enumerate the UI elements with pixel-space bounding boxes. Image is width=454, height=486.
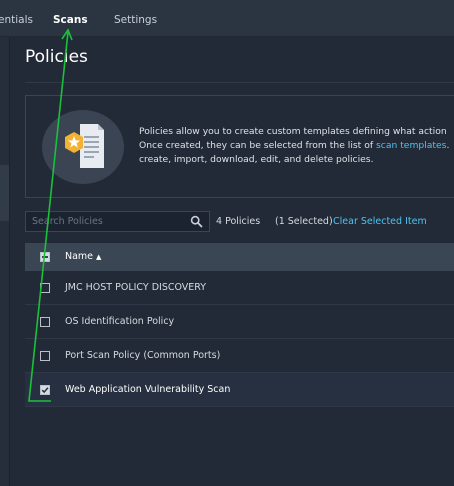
- table-header: Name ▲: [25, 243, 454, 271]
- left-sidebar-strip: [0, 37, 9, 486]
- sidebar-active-indicator: [0, 165, 9, 221]
- policies-table: Name ▲ JMC HOST POLICY DISCOVERY OS Ident…: [25, 243, 454, 407]
- policies-description: Policies allow you to create custom temp…: [139, 125, 454, 167]
- checkmark-icon: [41, 387, 49, 394]
- info-line-2-suffix: .: [446, 140, 450, 151]
- title-divider: [25, 82, 454, 83]
- app-window: entials Scans Settings Policies Policies…: [0, 0, 454, 486]
- row-checkbox[interactable]: [40, 283, 50, 293]
- info-line-3: create, import, download, edit, and dele…: [139, 154, 374, 165]
- search-icon[interactable]: [190, 215, 203, 228]
- top-nav-bar: entials Scans Settings: [0, 0, 454, 37]
- policy-count: 4 Policies: [216, 216, 261, 227]
- topnav-credentials[interactable]: entials: [0, 14, 33, 26]
- policy-name[interactable]: JMC HOST POLICY DISCOVERY: [65, 282, 206, 293]
- row-checkbox[interactable]: [40, 351, 50, 361]
- policy-name[interactable]: Port Scan Policy (Common Ports): [65, 350, 220, 361]
- sort-ascending-icon: ▲: [96, 253, 102, 261]
- info-line-2: Once created, they can be selected from …: [139, 139, 454, 153]
- search-box: [25, 211, 210, 232]
- topnav-settings[interactable]: Settings: [114, 14, 157, 26]
- info-line-2-prefix: Once created, they can be selected from …: [139, 140, 376, 151]
- column-header-name[interactable]: Name ▲: [65, 251, 101, 262]
- main-panel: Policies Policies allow you to create cu…: [10, 37, 454, 486]
- policy-name[interactable]: Web Application Vulnerability Scan: [65, 384, 230, 395]
- topnav-scans[interactable]: Scans: [53, 14, 88, 26]
- table-row[interactable]: OS Identification Policy: [25, 305, 454, 339]
- select-all-checkbox[interactable]: [40, 252, 50, 262]
- row-checkbox[interactable]: [40, 317, 50, 327]
- policy-name[interactable]: OS Identification Policy: [65, 316, 174, 327]
- scan-templates-link[interactable]: scan templates: [376, 140, 446, 151]
- row-checkbox-checked[interactable]: [40, 385, 50, 395]
- policy-document-star-icon: [42, 110, 124, 184]
- clear-selected-link[interactable]: Clear Selected Item: [333, 216, 427, 227]
- page-title: Policies: [25, 47, 88, 67]
- table-row[interactable]: Port Scan Policy (Common Ports): [25, 339, 454, 373]
- info-line-1: Policies allow you to create custom temp…: [139, 126, 447, 137]
- column-header-name-label: Name: [65, 251, 94, 262]
- selected-count: (1 Selected): [275, 216, 333, 227]
- policies-info-box: Policies allow you to create custom temp…: [25, 95, 454, 198]
- table-row[interactable]: JMC HOST POLICY DISCOVERY: [25, 271, 454, 305]
- search-input[interactable]: [32, 214, 182, 229]
- table-row-selected[interactable]: Web Application Vulnerability Scan: [25, 373, 454, 407]
